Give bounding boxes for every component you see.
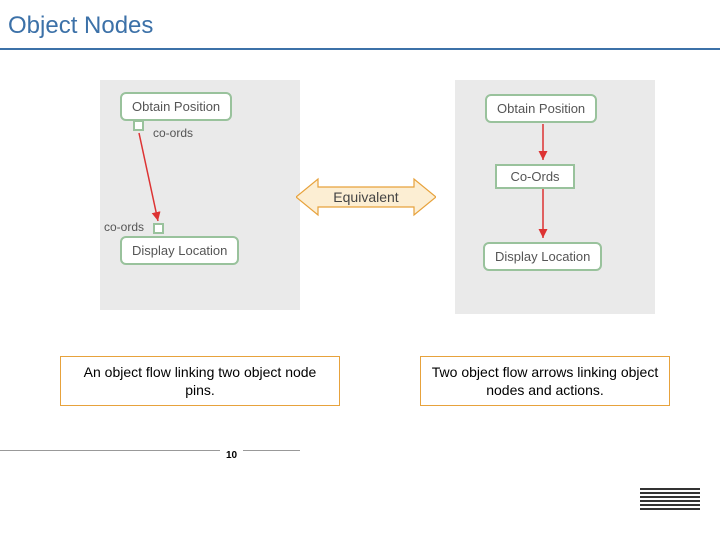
left-pin-out [133, 120, 144, 131]
left-action-display: Display Location [120, 236, 239, 265]
right-action-display: Display Location [483, 242, 602, 271]
right-panel: Obtain Position Co-Ords Display Location [455, 80, 655, 314]
footer: 10 [0, 490, 720, 530]
right-object-coords: Co-Ords [495, 164, 575, 189]
caption-right: Two object flow arrows linking object no… [420, 356, 670, 406]
page-number: 10 [220, 450, 243, 461]
left-action-obtain: Obtain Position [120, 92, 232, 121]
left-object-flow [139, 133, 158, 221]
equivalent-arrow: Equivalent [296, 177, 436, 217]
left-pin-in [153, 223, 164, 234]
diagram-area: Obtain Position co-ords co-ords Display … [0, 80, 720, 440]
right-action-obtain: Obtain Position [485, 94, 597, 123]
equivalent-label: Equivalent [333, 189, 398, 205]
left-pin-out-label: co-ords [153, 126, 193, 140]
slide-title: Object Nodes [0, 0, 720, 42]
ibm-logo [640, 488, 700, 512]
left-pin-in-label: co-ords [104, 220, 144, 234]
caption-left: An object flow linking two object node p… [60, 356, 340, 406]
left-panel: Obtain Position co-ords co-ords Display … [100, 80, 300, 310]
footer-line [0, 450, 300, 451]
title-underline [0, 48, 720, 50]
